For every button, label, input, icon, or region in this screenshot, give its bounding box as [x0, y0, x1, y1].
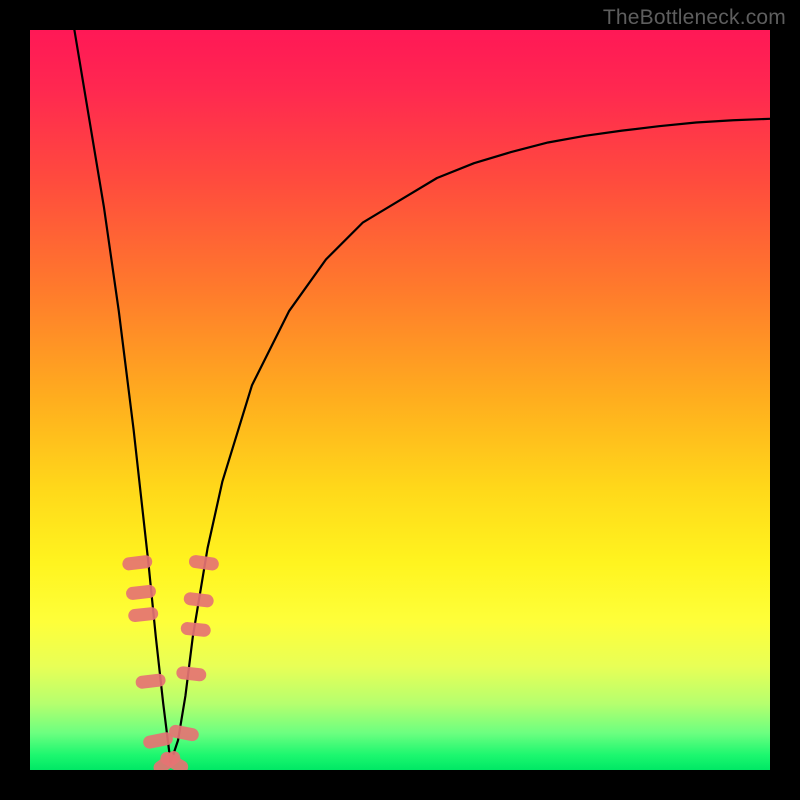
chart-frame: TheBottleneck.com [0, 0, 800, 800]
marker-capsule [176, 666, 207, 682]
plot-area [30, 30, 770, 770]
curve-layer [30, 30, 770, 770]
marker-capsule [180, 621, 211, 637]
bottleneck-curve [74, 30, 770, 763]
marker-capsule [183, 592, 214, 609]
marker-group [122, 554, 220, 770]
watermark-text: TheBottleneck.com [603, 6, 786, 30]
marker-capsule [188, 554, 220, 571]
